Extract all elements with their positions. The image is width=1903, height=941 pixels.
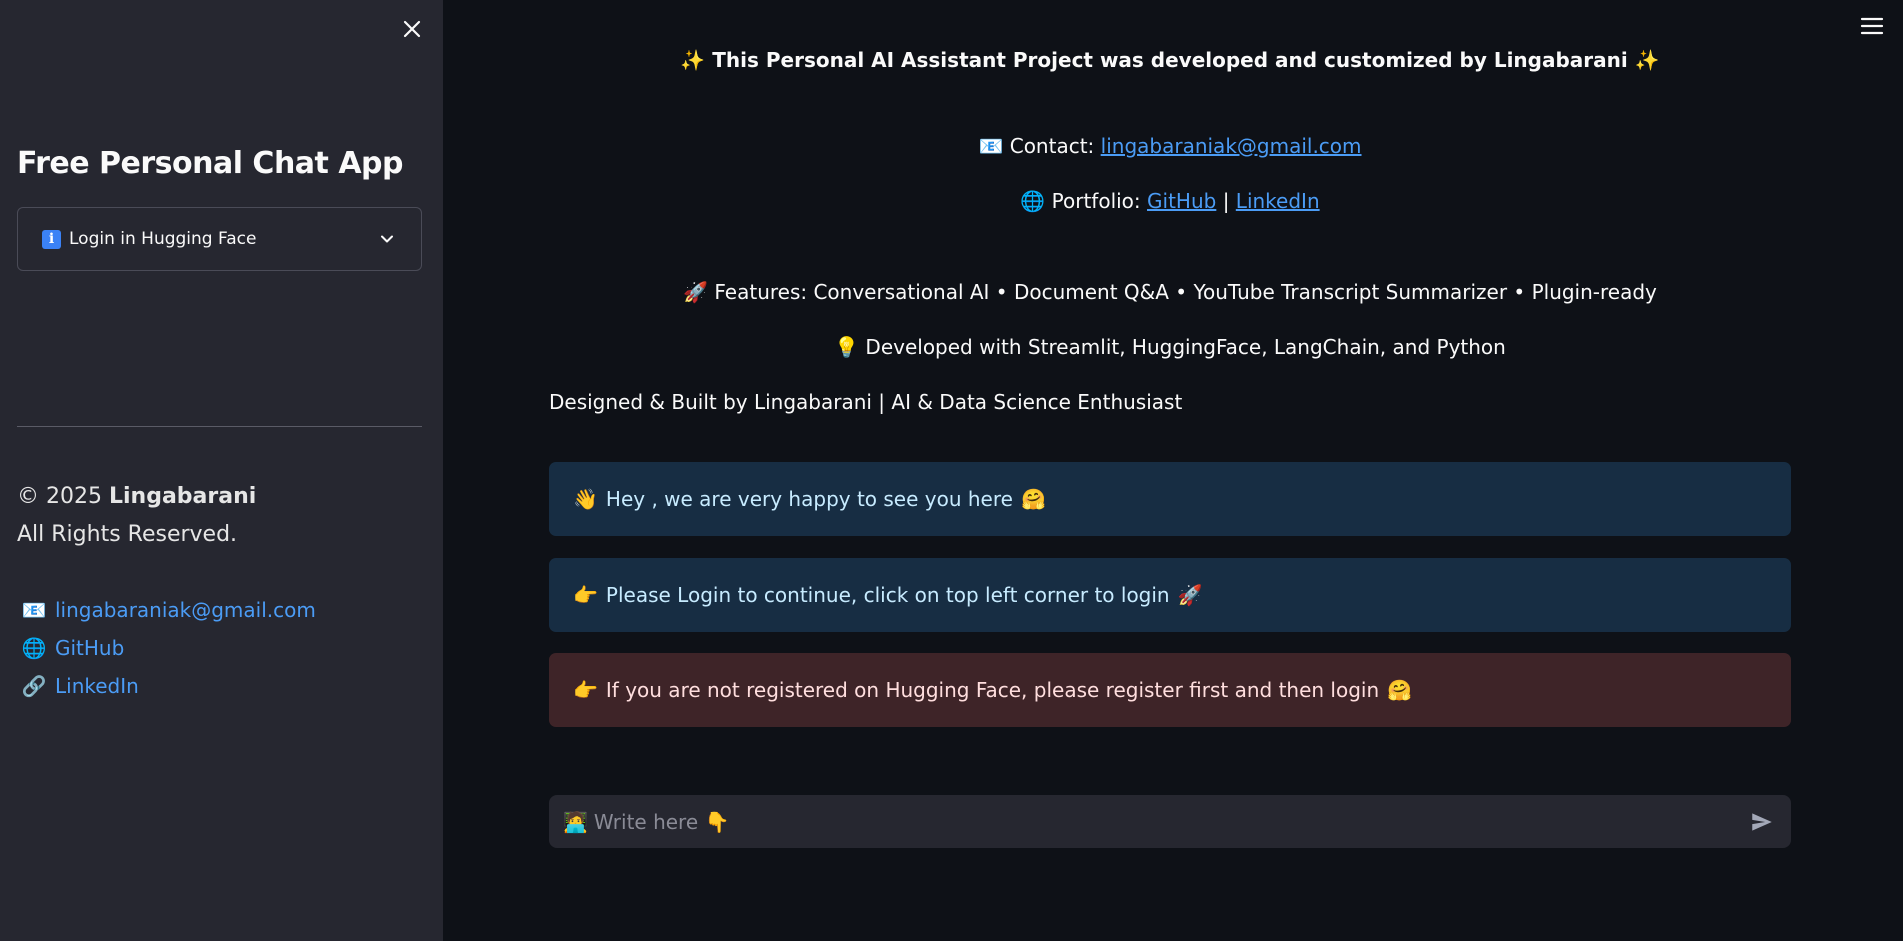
portfolio-linkedin-link[interactable]: LinkedIn: [1236, 189, 1320, 213]
welcome-alert-text: Hey , we are very happy to see you here: [605, 487, 1013, 511]
portfolio-label: Portfolio:: [1051, 189, 1141, 213]
close-sidebar-button[interactable]: [397, 14, 427, 44]
contact-line: 📧 Contact: lingabaraniak@gmail.com: [549, 134, 1791, 158]
sidebar-divider: [17, 426, 422, 427]
info-icon: i: [42, 229, 61, 249]
globe-icon: 🌐: [21, 636, 47, 660]
welcome-alert: 👋 Hey , we are very happy to see you her…: [549, 462, 1791, 536]
sparkle-icon: ✨: [680, 48, 706, 72]
contact-email-link[interactable]: lingabaraniak@gmail.com: [1101, 134, 1362, 158]
globe-icon: 🌐: [1020, 189, 1046, 213]
send-button[interactable]: [1747, 807, 1777, 837]
chat-input[interactable]: [593, 809, 1747, 834]
sidebar-link-email: 📧 lingabaraniak@gmail.com: [20, 591, 316, 629]
send-icon: [1752, 812, 1772, 831]
features-text: Features: Conversational AI • Document Q…: [714, 280, 1657, 304]
contact-label: Contact:: [1009, 134, 1095, 158]
email-link[interactable]: lingabaraniak@gmail.com: [55, 598, 316, 622]
copyright-line: © 2025 Lingabarani: [17, 478, 256, 516]
hugging-face-icon: 🤗: [1387, 678, 1413, 702]
hugging-face-icon: 🤗: [1020, 487, 1046, 511]
portfolio-line: 🌐 Portfolio: GitHub | LinkedIn: [549, 189, 1791, 213]
envelope-icon: 📧: [21, 598, 47, 622]
main-menu-button[interactable]: [1860, 14, 1884, 38]
login-alert-text: Please Login to continue, click on top l…: [605, 583, 1170, 607]
features-line: 🚀 Features: Conversational AI • Document…: [549, 280, 1791, 304]
github-link[interactable]: GitHub: [55, 636, 124, 660]
copyright-prefix: © 2025: [17, 484, 102, 509]
technologist-icon: 🧑‍💻: [563, 809, 588, 834]
lightbulb-icon: 💡: [834, 335, 860, 359]
app-root: Free Personal Chat App i Login in Huggin…: [0, 0, 1903, 941]
sidebar-link-github: 🌐 GitHub: [20, 629, 316, 667]
page-title-text: This Personal AI Assistant Project was d…: [712, 48, 1628, 72]
rocket-icon: 🚀: [1177, 583, 1203, 607]
link-icon: 🔗: [21, 674, 47, 698]
sidebar: Free Personal Chat App i Login in Huggin…: [0, 0, 443, 941]
linkedin-link[interactable]: LinkedIn: [55, 674, 139, 698]
register-alert: 👉 If you are not registered on Hugging F…: [549, 653, 1791, 727]
copyright-block: © 2025 Lingabarani All Rights Reserved.: [17, 478, 256, 554]
sidebar-link-linkedin: 🔗 LinkedIn: [20, 667, 316, 705]
developed-line: 💡 Developed with Streamlit, HuggingFace,…: [549, 335, 1791, 359]
login-alert: 👉 Please Login to continue, click on top…: [549, 558, 1791, 632]
chevron-down-icon: [381, 235, 393, 243]
hamburger-menu-icon: [1860, 17, 1884, 35]
portfolio-github-link[interactable]: GitHub: [1147, 189, 1216, 213]
portfolio-separator: |: [1222, 189, 1230, 213]
close-icon: [403, 20, 421, 38]
login-expander[interactable]: i Login in Hugging Face: [17, 207, 422, 271]
login-expander-label: Login in Hugging Face: [69, 229, 257, 249]
waving-hand-icon: 👋: [573, 487, 598, 511]
pointing-right-icon: 👉: [573, 678, 598, 702]
rocket-icon: 🚀: [683, 280, 709, 304]
designed-by-text: Designed & Built by Lingabarani | AI & D…: [549, 390, 1183, 414]
envelope-icon: 📧: [978, 134, 1004, 158]
sparkle-icon: ✨: [1634, 48, 1660, 72]
sidebar-links: 📧 lingabaraniak@gmail.com 🌐 GitHub 🔗 Lin…: [20, 591, 316, 705]
developed-text: Developed with Streamlit, HuggingFace, L…: [865, 335, 1506, 359]
page-title: ✨ This Personal AI Assistant Project was…: [549, 48, 1791, 72]
pointing-right-icon: 👉: [573, 583, 598, 607]
rights-text: All Rights Reserved.: [17, 522, 238, 547]
register-alert-text: If you are not registered on Hugging Fac…: [605, 678, 1380, 702]
chat-input-bar: 🧑‍💻: [549, 795, 1791, 848]
sidebar-title: Free Personal Chat App: [17, 146, 404, 181]
copyright-name: Lingabarani: [108, 484, 257, 509]
